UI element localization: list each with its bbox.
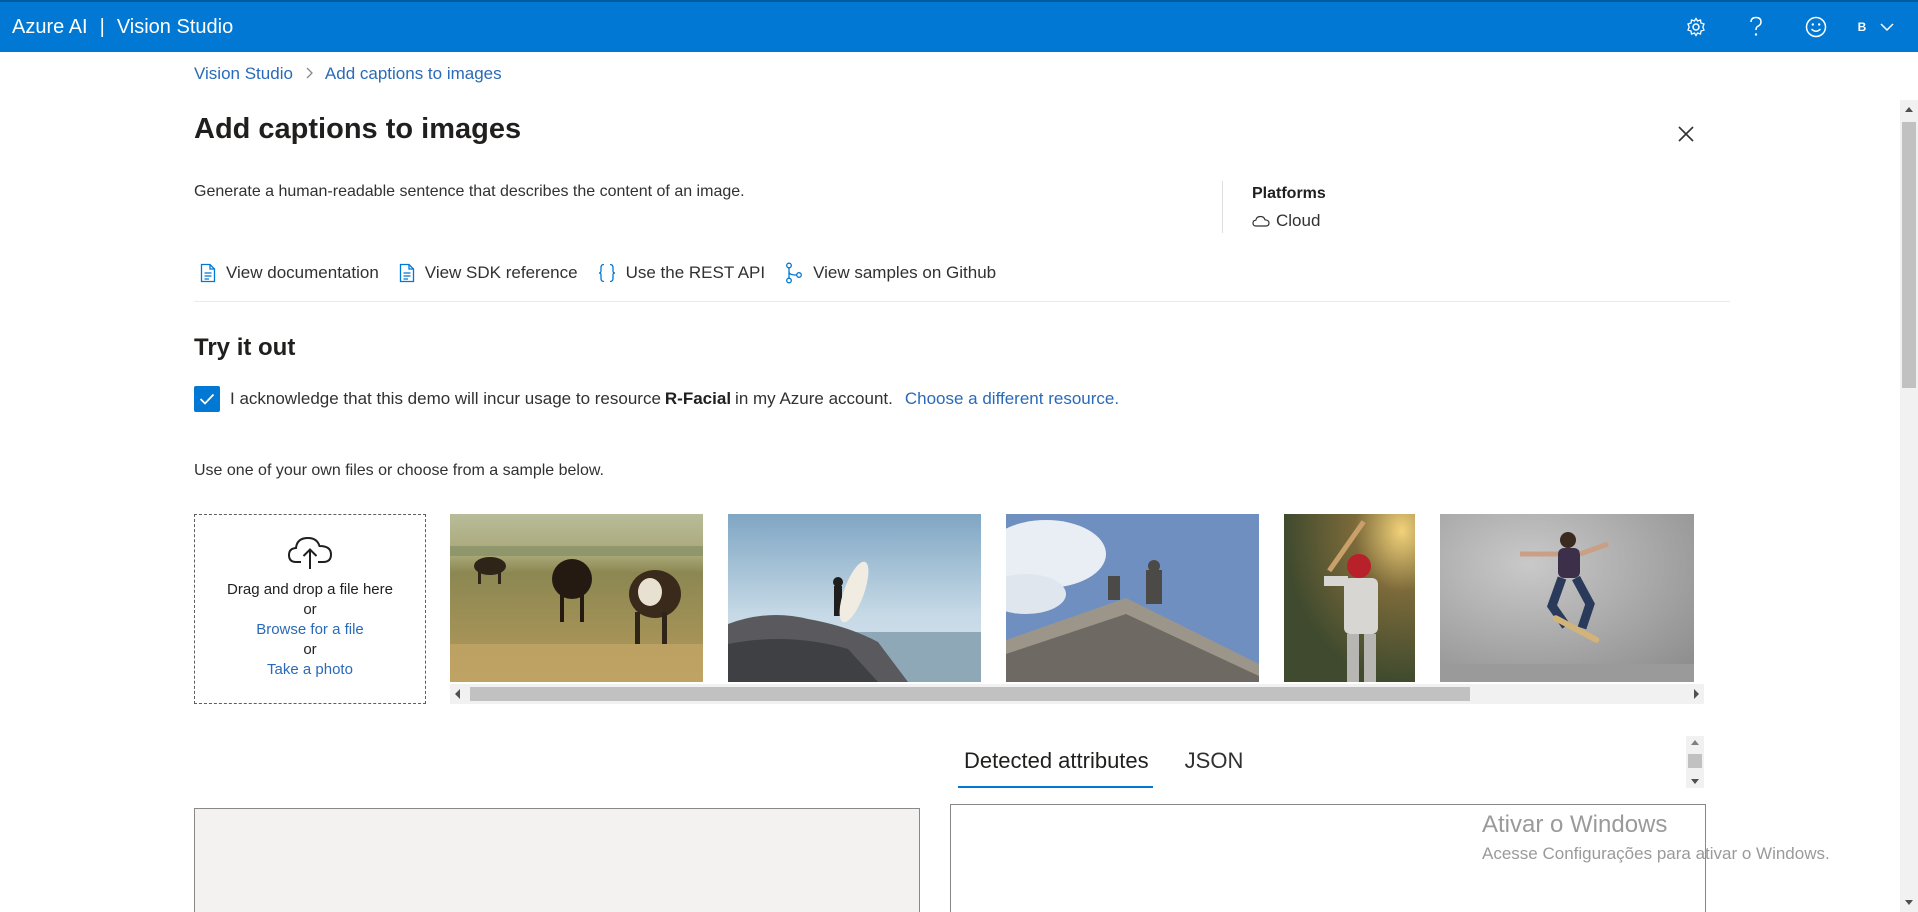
link-label: View SDK reference (424, 263, 578, 282)
scroll-right-arrow-icon[interactable] (1692, 688, 1700, 700)
windows-activation-title: Ativar o Windows (1482, 811, 1668, 838)
scroll-up-arrow-icon[interactable] (1900, 100, 1918, 118)
checkmark-icon (199, 393, 215, 405)
cloud-upload-icon (287, 536, 333, 569)
link-label: View documentation (226, 263, 379, 282)
feedback-smiley-icon[interactable] (1796, 2, 1836, 52)
acknowledge-checkbox[interactable] (194, 386, 220, 412)
or-text: or (303, 601, 317, 618)
browse-file-link[interactable]: Browse for a file (195, 621, 425, 638)
page-scrollbar[interactable] (1900, 100, 1918, 912)
brand-name: Azure AI (12, 15, 88, 38)
scroll-up-arrow-icon[interactable] (1691, 739, 1699, 745)
tab-json[interactable]: JSON (1179, 748, 1248, 788)
ack-text-suffix: in my Azure account. (735, 389, 893, 408)
link-label: Use the REST API (625, 263, 766, 282)
divider (1222, 181, 1223, 233)
braces-icon (598, 263, 615, 283)
brand[interactable]: Azure AI | Vision Studio (12, 2, 233, 52)
scroll-thumb[interactable] (1688, 754, 1702, 768)
result-tabs: Detected attributes JSON (958, 748, 1273, 788)
resource-name: R-Facial (664, 389, 732, 408)
try-it-out-title: Try it out (194, 334, 296, 361)
platform-cloud: Cloud (1252, 211, 1320, 231)
document-icon (399, 263, 414, 283)
view-samples-github-link[interactable]: View samples on Github (785, 262, 996, 284)
acknowledgement: I acknowledge that this demo will incur … (194, 386, 1119, 412)
platforms-title: Platforms (1252, 185, 1326, 202)
sample-image-skateboarder[interactable] (1440, 514, 1694, 682)
brand-separator: | (99, 15, 105, 38)
top-bar: Azure AI | Vision Studio B (0, 0, 1918, 52)
branch-icon (786, 262, 803, 284)
view-documentation-link[interactable]: View documentation (200, 263, 379, 283)
take-photo-link[interactable]: Take a photo (195, 661, 425, 678)
tab-detected-attributes[interactable]: Detected attributes (958, 748, 1153, 788)
use-rest-api-link[interactable]: Use the REST API (598, 263, 766, 283)
sample-image-surfer[interactable] (728, 514, 981, 682)
sample-image-cows[interactable] (450, 514, 703, 682)
breadcrumb-current[interactable]: Add captions to images (325, 64, 502, 84)
resource-links: View documentation View SDK reference Us… (200, 262, 1016, 284)
document-icon (200, 263, 216, 283)
breadcrumb: Vision Studio Add captions to images (194, 64, 502, 84)
ack-text-prefix: I acknowledge that this demo will incur … (230, 389, 661, 408)
scroll-thumb[interactable] (1902, 122, 1916, 388)
divider (194, 301, 1730, 302)
page-description: Generate a human-readable sentence that … (194, 183, 745, 200)
avatar: B (1857, 20, 1867, 34)
scroll-down-arrow-icon[interactable] (1691, 779, 1699, 785)
windows-activation-subtitle: Acesse Configurações para ativar o Windo… (1482, 844, 1830, 863)
close-icon[interactable] (1672, 120, 1700, 148)
scroll-thumb[interactable] (470, 687, 1470, 701)
samples-scrollbar[interactable] (450, 684, 1704, 704)
view-sdk-reference-link[interactable]: View SDK reference (399, 263, 578, 283)
sample-image-building[interactable] (1006, 514, 1259, 682)
choose-resource-link[interactable]: Choose a different resource. (905, 389, 1119, 409)
tabs-scrollbar[interactable] (1686, 736, 1704, 788)
chevron-down-icon (1880, 23, 1894, 32)
drag-drop-text: Drag and drop a file here (227, 581, 393, 598)
page-title: Add captions to images (194, 113, 522, 145)
platform-label: Cloud (1276, 211, 1321, 230)
upload-dropzone[interactable]: Drag and drop a file here or Browse for … (194, 514, 426, 704)
scroll-left-arrow-icon[interactable] (454, 688, 462, 700)
help-icon[interactable] (1736, 2, 1776, 52)
link-label: View samples on Github (813, 263, 997, 282)
product-name: Vision Studio (116, 15, 234, 38)
or-text: or (303, 641, 317, 658)
cloud-icon (1252, 215, 1270, 227)
sample-image-baseball[interactable] (1284, 514, 1415, 682)
chevron-right-icon (305, 67, 313, 82)
image-preview-panel (194, 808, 920, 912)
upload-hint: Use one of your own files or choose from… (194, 462, 604, 479)
gear-icon[interactable] (1676, 2, 1716, 52)
breadcrumb-vision-studio[interactable]: Vision Studio (194, 64, 293, 84)
scroll-down-arrow-icon[interactable] (1900, 894, 1918, 912)
account-menu[interactable]: B (1846, 2, 1906, 52)
